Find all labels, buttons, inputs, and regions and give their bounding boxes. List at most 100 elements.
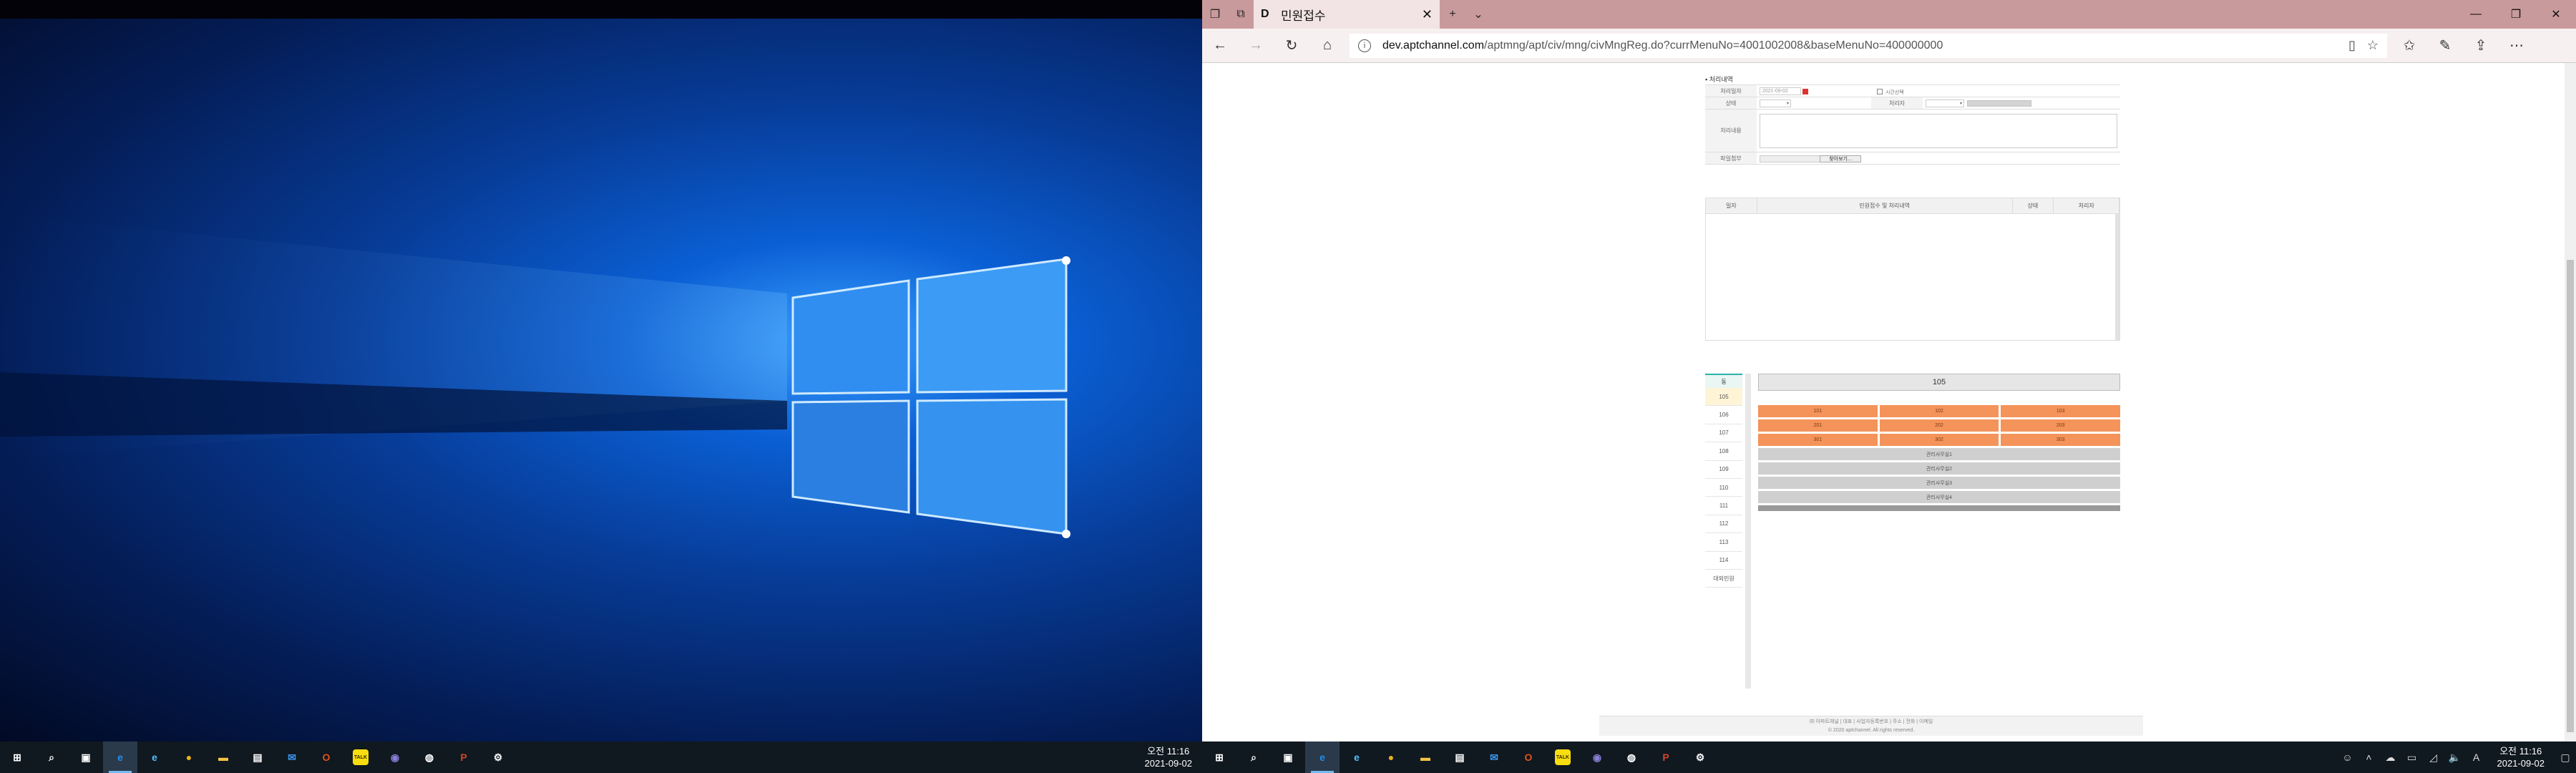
taskbar-search-icon[interactable]: ⌕ — [34, 742, 69, 773]
taskbar-store-icon[interactable]: ▤ — [1443, 742, 1477, 773]
taskbar-powerpoint-icon[interactable]: P — [447, 742, 481, 773]
favorite-star-icon[interactable]: ☆ — [2367, 38, 2379, 53]
date-field[interactable]: 2021-09-02 — [1760, 87, 1801, 95]
taskbar-kakaotalk-icon[interactable]: TALK — [343, 742, 378, 773]
volume-icon[interactable]: 🔈 — [2444, 752, 2466, 764]
taskbar-mail-icon[interactable]: ✉ — [1477, 742, 1511, 773]
dong-item[interactable]: 114 — [1705, 551, 1742, 570]
right-clock[interactable]: 오전 11:16 2021-09-02 — [2487, 745, 2555, 769]
unit-cell[interactable]: 203 — [2001, 419, 2120, 432]
back-icon[interactable]: ← — [1202, 29, 1238, 63]
taskbar-mail-icon[interactable]: ✉ — [275, 742, 309, 773]
notification-icon[interactable]: ▢ — [2555, 752, 2576, 764]
dong-item[interactable]: 105 — [1705, 388, 1742, 407]
onedrive-icon[interactable]: ☁ — [2380, 752, 2401, 764]
taskbar-ie-icon[interactable]: e — [137, 742, 172, 773]
taskbar-app-icon[interactable]: ◉ — [378, 742, 412, 773]
unit-cell[interactable]: 301 — [1758, 434, 1878, 446]
taskbar-chrome-icon[interactable]: ● — [1374, 742, 1408, 773]
handler-select[interactable]: ▾ — [1926, 99, 1964, 107]
forward-icon[interactable]: → — [1238, 29, 1274, 63]
control-row[interactable]: 관리사무실1 — [1758, 448, 2120, 460]
control-row[interactable]: 관리사무실4 — [1758, 491, 2120, 503]
refresh-icon[interactable]: ↻ — [1274, 29, 1309, 63]
dong-item[interactable]: 110 — [1705, 478, 1742, 497]
dong-list-scrollbar[interactable] — [1745, 374, 1751, 689]
dong-item[interactable]: 106 — [1705, 406, 1742, 424]
tab-list-icon[interactable]: ⌄ — [1465, 0, 1491, 29]
calendar-icon[interactable] — [1802, 89, 1808, 94]
detail-textarea[interactable] — [1760, 114, 2117, 148]
time-select-checkbox[interactable] — [1877, 89, 1883, 94]
page-scrollbar[interactable] — [2565, 63, 2576, 742]
dong-item[interactable]: 113 — [1705, 533, 1742, 552]
taskbar-edge-icon[interactable]: e — [103, 742, 137, 773]
taskbar-start-icon[interactable]: ⊞ — [0, 742, 34, 773]
history-scrollbar[interactable] — [2115, 214, 2119, 340]
unit-cell[interactable]: 303 — [2001, 434, 2120, 446]
taskbar-file-explorer-icon[interactable]: ▬ — [1408, 742, 1443, 773]
taskbar-task-view-icon[interactable]: ▣ — [1271, 742, 1305, 773]
home-icon[interactable]: ⌂ — [1309, 29, 1345, 63]
unit-cell[interactable]: 201 — [1758, 419, 1878, 432]
taskbar-settings-icon[interactable]: ⚙ — [1683, 742, 1717, 773]
taskbar-chrome-icon[interactable]: ● — [172, 742, 206, 773]
taskbar-kakaotalk-icon[interactable]: TALK — [1546, 742, 1580, 773]
taskbar-app-icon[interactable]: ◉ — [1580, 742, 1614, 773]
ime-icon[interactable]: A — [2466, 752, 2487, 763]
share-icon[interactable]: ⇪ — [2463, 29, 2499, 63]
taskbar-signal-icon[interactable]: ◍ — [1614, 742, 1649, 773]
status-select[interactable]: ▾ — [1760, 99, 1791, 107]
taskbar-powerpoint-icon[interactable]: P — [1649, 742, 1683, 773]
reading-view-icon[interactable]: ▯ — [2348, 38, 2356, 53]
notes-icon[interactable]: ✎ — [2427, 29, 2463, 63]
dong-item[interactable]: 111 — [1705, 497, 1742, 515]
dong-item[interactable]: 109 — [1705, 460, 1742, 479]
unit-cell[interactable]: 302 — [1879, 434, 1999, 446]
taskbar-file-explorer-icon[interactable]: ▬ — [206, 742, 240, 773]
taskbar-start-icon[interactable]: ⊞ — [1202, 742, 1236, 773]
store-icon: ▤ — [253, 751, 263, 763]
unit-cell[interactable]: 101 — [1758, 405, 1878, 417]
taskbar-task-view-icon[interactable]: ▣ — [69, 742, 103, 773]
tab-close-icon[interactable]: ✕ — [1422, 7, 1433, 22]
unit-cell[interactable]: 202 — [1879, 419, 1999, 432]
tab-preview-icon[interactable]: ❐ — [1202, 0, 1228, 29]
favorites-hub-icon[interactable]: ✩ — [2391, 29, 2427, 63]
taskbar-signal-icon[interactable]: ◍ — [412, 742, 447, 773]
tab-active[interactable]: D 민원접수 ✕ — [1254, 0, 1440, 29]
battery-icon[interactable]: ▭ — [2401, 752, 2423, 764]
people-icon[interactable]: ☺ — [2337, 752, 2358, 763]
dong-item[interactable]: 107 — [1705, 424, 1742, 443]
file-browse-button[interactable]: 찾아보기... — [1820, 155, 1861, 162]
control-row[interactable]: 관리사무실2 — [1758, 462, 2120, 475]
restore-icon[interactable]: ❐ — [2496, 0, 2536, 29]
close-icon[interactable]: ✕ — [2536, 0, 2576, 29]
control-row[interactable]: 관리사무실3 — [1758, 477, 2120, 489]
handler-name-field[interactable] — [1967, 100, 2031, 107]
taskbar-ie-icon[interactable]: e — [1340, 742, 1374, 773]
left-clock[interactable]: 오전 11:16 2021-09-02 — [1135, 745, 1203, 769]
network-icon[interactable]: ◿ — [2423, 752, 2444, 764]
more-icon[interactable]: ⋯ — [2499, 29, 2534, 63]
site-info-icon[interactable]: i — [1358, 39, 1371, 52]
page-scrollbar-thumb[interactable] — [2567, 260, 2574, 732]
taskbar-edge-icon[interactable]: e — [1305, 742, 1340, 773]
dong-item[interactable]: 108 — [1705, 442, 1742, 461]
taskbar-search-icon[interactable]: ⌕ — [1236, 742, 1271, 773]
taskbar-store-icon[interactable]: ▤ — [240, 742, 275, 773]
minimize-icon[interactable]: — — [2456, 0, 2496, 29]
dong-item[interactable]: 대외민원 — [1705, 569, 1742, 588]
taskbar-office-icon[interactable]: O — [1511, 742, 1546, 773]
url-input[interactable]: i dev.aptchannel.com/aptmng/apt/civ/mng/… — [1350, 33, 2387, 58]
unit-cell[interactable]: 102 — [1879, 405, 1999, 417]
taskbar-office-icon[interactable]: O — [309, 742, 343, 773]
unit-panel-scrollbar[interactable] — [1758, 505, 2120, 511]
file-label: 파일첨부 — [1705, 152, 1757, 164]
chevron-up-icon[interactable]: ˄ — [2358, 752, 2380, 763]
set-aside-tabs-icon[interactable]: ⧉ — [1228, 0, 1254, 29]
unit-cell[interactable]: 103 — [2001, 405, 2120, 417]
dong-item[interactable]: 112 — [1705, 515, 1742, 534]
taskbar-settings-icon[interactable]: ⚙ — [481, 742, 515, 773]
new-tab-icon[interactable]: + — [1440, 0, 1465, 29]
